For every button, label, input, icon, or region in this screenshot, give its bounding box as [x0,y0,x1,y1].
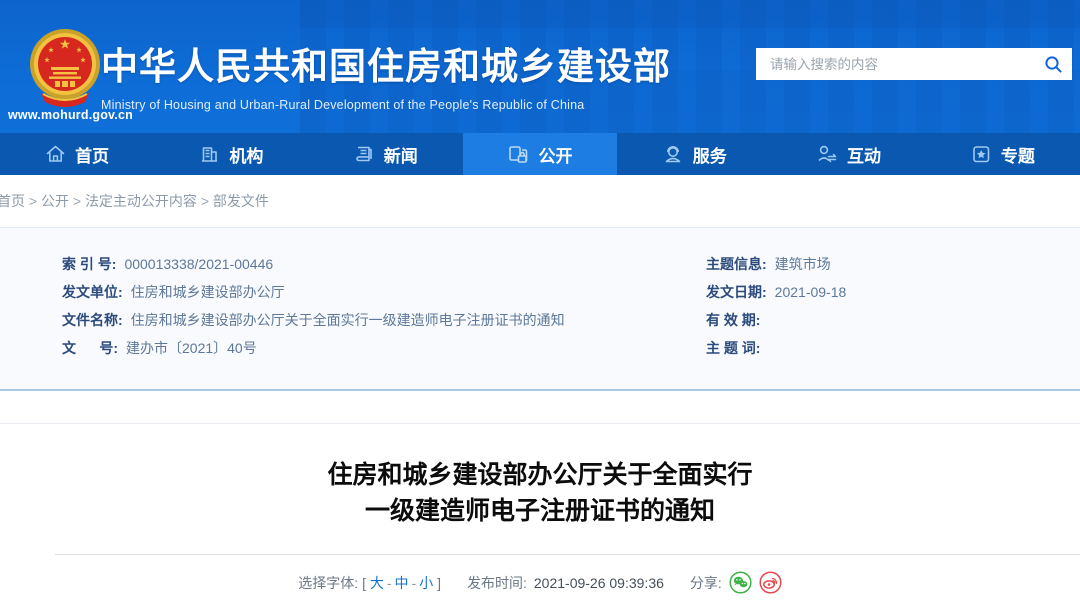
share-label: 分享: [689,574,722,591]
meta-value: 住房和城乡建设部办公厅 [130,284,285,300]
document-meta-panel: 索 引 号: 000013338/2021-00446 发文单位: 住房和城乡建… [0,227,1080,391]
meta-row-validity: 有 效 期: [706,313,1080,328]
meta-label: 文 号: [62,340,118,356]
meta-label: 发文单位: [62,284,123,300]
meta-label: 发文日期: [706,284,767,300]
meta-value: 建筑市场 [774,256,831,272]
breadcrumb-separator: > [68,193,85,209]
site-subtitle: Ministry of Housing and Urban-Rural Deve… [101,98,585,112]
breadcrumb-item-home[interactable]: 首页 [0,193,25,209]
wechat-icon[interactable] [729,571,752,594]
news-icon [355,146,372,162]
nav-item-label: 互动 [847,146,882,166]
nav-item-label: 首页 [75,146,110,166]
meta-label: 文件名称: [62,312,123,328]
font-select-label: 选择字体: [298,574,359,591]
breadcrumb-item-ministry-docs[interactable]: 部发文件 [213,193,269,209]
meta-value: 住房和城乡建设部办公厅关于全面实行一级建造师电子注册证书的通知 [130,312,565,328]
nav-item-home[interactable]: 首页 [0,133,154,175]
meta-row-topic-info: 主题信息: 建筑市场 [706,257,1080,272]
font-size-large-button[interactable]: 大 [370,575,384,591]
building-icon [202,147,218,162]
meta-row-index-no: 索 引 号: 000013338/2021-00446 [62,257,700,272]
search-input[interactable] [756,48,1034,80]
nav-item-news[interactable]: 新闻 [309,133,463,175]
nav-item-label: 机构 [229,146,264,166]
breadcrumb-separator: > [196,193,213,209]
nav-item-services[interactable]: 服务 [617,133,771,175]
documents-lock-icon [509,145,528,163]
breadcrumb: 首页 > 公开 > 法定主动公开内容 > 部发文件 [0,191,269,211]
meta-label: 主 题 词: [706,340,761,356]
font-size-medium-button[interactable]: 中 [395,575,409,591]
national-emblem-logo [30,29,100,107]
publish-time-value: 2021-09-26 09:39:36 [533,574,664,591]
meta-row-issuing-unit: 发文单位: 住房和城乡建设部办公厅 [62,285,700,300]
footer-divider [55,554,1080,555]
main-nav: 首页 机构 新闻 公开 服务 互动 专题 [0,133,1080,175]
nav-item-label: 公开 [538,146,573,166]
section-divider [0,391,1080,424]
bracket-open: [ [362,574,366,591]
breadcrumb-item-open[interactable]: 公开 [41,193,69,209]
article-toolbar: 选择字体: [ 大-中-小 ] 发布时间: 2021-09-26 09:39:3… [0,571,1080,594]
breadcrumb-separator: > [25,193,41,209]
site-title: 中华人民共和国住房和城乡建设部 [101,46,671,87]
search-icon[interactable] [1034,48,1072,80]
document-title: 住房和城乡建设部办公厅关于全面实行 一级建造师电子注册证书的通知 [0,457,1080,529]
service-person-icon [665,146,681,163]
bracket-close: ] [437,574,441,591]
nav-item-interaction[interactable]: 互动 [771,133,925,175]
nav-item-topics[interactable]: 专题 [926,133,1080,175]
document-title-line2: 一级建造师电子注册证书的通知 [364,497,715,525]
meta-row-issue-date: 发文日期: 2021-09-18 [706,285,1080,300]
dash: - [386,574,392,591]
interaction-icon [818,145,837,163]
meta-label: 有 效 期: [706,312,761,328]
meta-label: 索 引 号: [62,256,117,272]
star-topic-icon [973,146,990,163]
nav-item-label: 专题 [1000,146,1035,166]
meta-row-doc-name: 文件名称: 住房和城乡建设部办公厅关于全面实行一级建造师电子注册证书的通知 [62,313,700,328]
meta-row-keywords: 主 题 词: [706,341,1080,356]
nav-item-org[interactable]: 机构 [154,133,308,175]
site-header: www.mohurd.gov.cn 中华人民共和国住房和城乡建设部 Minist… [0,0,1080,133]
breadcrumb-item-statutory[interactable]: 法定主动公开内容 [85,193,197,209]
meta-value: 建办市〔2021〕40号 [126,340,257,356]
weibo-icon[interactable] [759,571,782,594]
search-box [756,48,1072,80]
font-size-small-button[interactable]: 小 [419,575,433,591]
nav-item-label: 服务 [692,146,727,166]
home-icon [46,145,65,162]
nav-item-label: 新闻 [383,146,418,166]
meta-label: 主题信息: [706,256,767,272]
dash: - [411,574,417,591]
meta-value: 2021-09-18 [774,284,847,300]
breadcrumb-bar: 首页 > 公开 > 法定主动公开内容 > 部发文件 [0,175,1080,227]
document-title-line1: 住房和城乡建设部办公厅关于全面实行 [327,461,753,489]
publish-time-label: 发布时间: [467,574,527,591]
meta-row-doc-number: 文 号: 建办市〔2021〕40号 [62,341,700,356]
nav-item-open-info[interactable]: 公开 [462,133,618,175]
meta-value: 000013338/2021-00446 [124,256,274,272]
